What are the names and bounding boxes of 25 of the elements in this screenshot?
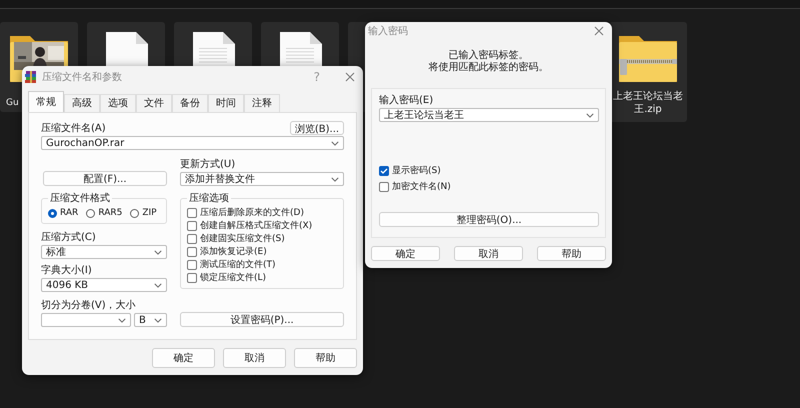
field-label: 输入密码(E) [379, 95, 434, 107]
checkbox-label: 添加恢复记录(E) [200, 246, 267, 258]
field-label: 切分为分卷(V)，大小 [41, 300, 137, 312]
window-title: 压缩文件名和参数 [42, 70, 123, 84]
checkbox-label: 显示密码(S) [392, 165, 441, 177]
radio-label: ZIP [142, 207, 157, 219]
radio-label: RAR [60, 207, 78, 219]
checkbox-label: 创建自解压格式压缩文件(X) [200, 220, 312, 232]
group-title: 压缩选项 [188, 192, 230, 205]
checkbox-label: 创建固实压缩文件(S) [200, 233, 285, 245]
field-label: 压缩方式(C) [41, 232, 97, 244]
file-name: 上老王论坛当老王.zip [613, 90, 683, 116]
window-title: 输入密码 [368, 24, 409, 38]
field-label: 压缩文件名(A) [41, 123, 106, 135]
message-text: 已输入密码标签。 [448, 50, 530, 62]
radio-label: RAR5 [98, 207, 122, 219]
checkbox-label: 压缩后删除原来的文件(D) [200, 207, 304, 219]
field-label: 字典大小(I) [41, 265, 93, 277]
checkbox-label: 锁定压缩文件(L) [200, 272, 266, 284]
message-text: 将使用匹配此标签的密码。 [428, 62, 550, 74]
field-label: 更新方式(U) [180, 159, 236, 171]
checkbox-label: 加密文件名(N) [392, 181, 451, 193]
file-name: Gu [6, 97, 19, 110]
checkbox-label: 测试压缩的文件(T) [200, 259, 276, 271]
group-title: 压缩文件格式 [49, 192, 111, 205]
